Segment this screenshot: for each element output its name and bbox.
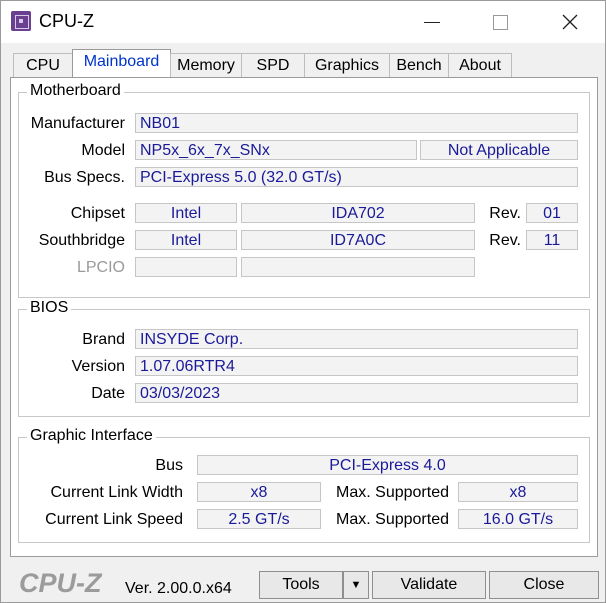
model-extra-field: Not Applicable <box>420 140 578 160</box>
tab-cpu[interactable]: CPU <box>13 53 73 78</box>
mainboard-panel: Motherboard Manufacturer NB01 Model NP5x… <box>10 77 598 557</box>
window-title: CPU-Z <box>39 11 94 31</box>
manufacturer-field: NB01 <box>135 113 578 133</box>
close-button[interactable]: Close <box>489 571 599 599</box>
southbridge-rev-field: 11 <box>526 230 578 250</box>
link-width-field: x8 <box>197 482 321 502</box>
graphic-bus-label: Bus <box>155 457 183 474</box>
cpuz-app-icon <box>11 11 31 31</box>
bus-specs-label: Bus Specs. <box>44 169 125 186</box>
link-width-label: Current Link Width <box>50 484 184 501</box>
southbridge-label: Southbridge <box>38 232 125 249</box>
lpcio-model-field <box>241 257 475 277</box>
tab-about[interactable]: About <box>448 53 512 78</box>
max-width-field: x8 <box>458 482 578 502</box>
cpuz-window: CPU-Z CPU Mainboard Memory SPD Graphics … <box>0 0 606 603</box>
max-width-label: Max. Supported <box>336 484 449 501</box>
tab-bench[interactable]: Bench <box>389 53 449 78</box>
southbridge-vendor-field: Intel <box>135 230 237 250</box>
validate-button[interactable]: Validate <box>372 571 486 599</box>
motherboard-group: Motherboard Manufacturer NB01 Model NP5x… <box>18 82 590 298</box>
bios-version-field: 1.07.06RTR4 <box>135 356 578 376</box>
close-icon <box>562 14 578 30</box>
maximize-button[interactable] <box>477 1 523 43</box>
bios-date-field: 03/03/2023 <box>135 383 578 403</box>
bios-brand-label: Brand <box>82 331 125 348</box>
graphic-interface-group-title: Graphic Interface <box>27 427 156 445</box>
southbridge-rev-label: Rev. <box>489 232 521 249</box>
link-speed-label: Current Link Speed <box>45 511 183 528</box>
chipset-rev-field: 01 <box>526 203 578 223</box>
tab-memory[interactable]: Memory <box>170 53 242 78</box>
minimize-button[interactable] <box>409 1 455 43</box>
motherboard-group-title: Motherboard <box>27 82 124 100</box>
bios-group: BIOS Brand INSYDE Corp. Version 1.07.06R… <box>18 299 590 417</box>
bios-date-label: Date <box>91 385 125 402</box>
bus-specs-field: PCI-Express 5.0 (32.0 GT/s) <box>135 167 578 187</box>
version-text: Ver. 2.00.0.x64 <box>125 580 232 597</box>
link-speed-field: 2.5 GT/s <box>197 509 321 529</box>
lpcio-label: LPCIO <box>76 259 125 276</box>
chipset-label: Chipset <box>70 205 125 222</box>
tools-button[interactable]: Tools <box>259 571 343 599</box>
max-speed-field: 16.0 GT/s <box>458 509 578 529</box>
graphic-interface-group: Graphic Interface Bus PCI-Express 4.0 Cu… <box>18 427 590 543</box>
max-speed-label: Max. Supported <box>336 511 449 528</box>
minimize-icon <box>424 21 440 23</box>
maximize-icon <box>492 14 508 30</box>
tools-dropdown-button[interactable]: ▼ <box>343 571 369 599</box>
manufacturer-label: Manufacturer <box>30 115 125 132</box>
close-window-button[interactable] <box>547 1 593 43</box>
model-field: NP5x_6x_7x_SNx <box>135 140 417 160</box>
cpuz-logo: CPU-Z <box>19 568 102 598</box>
chipset-model-field: IDA702 <box>241 203 475 223</box>
chipset-vendor-field: Intel <box>135 203 237 223</box>
tab-mainboard[interactable]: Mainboard <box>72 49 171 79</box>
chevron-down-icon: ▼ <box>350 579 362 591</box>
tab-spd[interactable]: SPD <box>241 53 305 78</box>
bios-group-title: BIOS <box>27 299 72 317</box>
southbridge-model-field: ID7A0C <box>241 230 475 250</box>
chipset-rev-label: Rev. <box>489 205 521 222</box>
bios-brand-field: INSYDE Corp. <box>135 329 578 349</box>
lpcio-vendor-field <box>135 257 237 277</box>
model-label: Model <box>81 142 125 159</box>
title-bar: CPU-Z <box>1 1 605 43</box>
bios-version-label: Version <box>71 358 125 375</box>
graphic-bus-field: PCI-Express 4.0 <box>197 455 578 475</box>
tab-graphics[interactable]: Graphics <box>304 53 390 78</box>
